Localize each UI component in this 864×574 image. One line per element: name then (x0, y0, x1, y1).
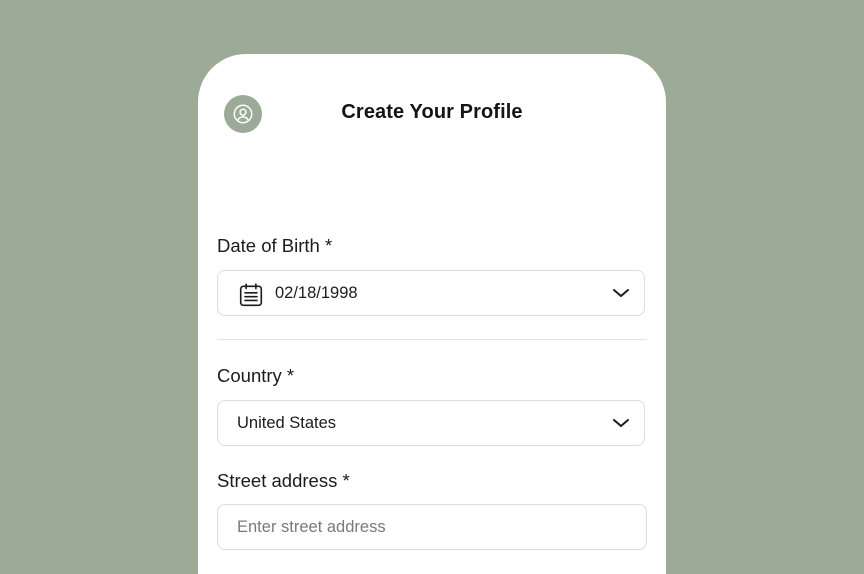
dob-label: Date of Birth * (217, 235, 333, 256)
country-value: United States (237, 414, 337, 432)
page-title: Create Your Profile (341, 101, 523, 123)
street-address-input[interactable] (217, 504, 647, 550)
dob-select[interactable]: 02/18/1998 (217, 270, 645, 316)
chevron-down-icon (613, 289, 629, 297)
section-divider (217, 339, 647, 340)
country-select[interactable]: United States (217, 400, 645, 446)
calendar-icon (239, 283, 263, 307)
chevron-down-icon (613, 419, 629, 427)
country-label: Country * (217, 365, 295, 386)
street-address-label: Street address * (217, 470, 350, 491)
dob-value: 02/18/1998 (275, 284, 358, 302)
profile-card: Create Your Profile Date of Birth * 02/1… (198, 54, 666, 574)
